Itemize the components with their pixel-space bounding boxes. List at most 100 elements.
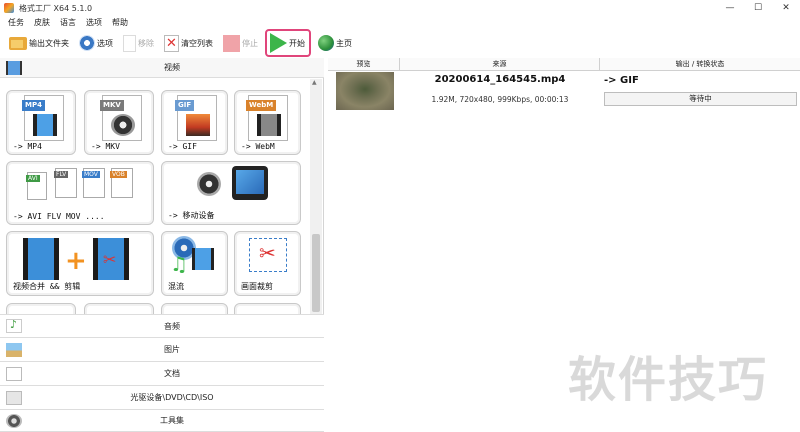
category-audio-label: 音频 [164,321,180,331]
menu-task[interactable]: 任务 [8,17,24,28]
stop-button[interactable]: 停止 [220,31,261,55]
category-audio[interactable]: 音频 [0,314,324,338]
gif-file-icon: GIF [175,95,217,141]
mkv-badge: MKV [100,100,124,111]
options-label: 选项 [97,38,113,48]
source-file-info: 1.92M, 720x480, 999Kbps, 00:00:13 [431,95,569,104]
toolbar: 输出文件夹 选项 移除 ✕ 清空列表 停止 开始 主页 [0,29,800,57]
category-panel: 视频 MP4 -> MP4 MKV -> MKV GIF -> GIF WebM… [0,58,324,432]
film-icon [192,248,214,270]
film-strip-icon [23,238,59,280]
tile-merge-edit-label: 视频合并 && 剪辑 [13,282,81,291]
gear-icon [79,35,95,51]
menu-skin[interactable]: 皮肤 [34,17,50,28]
reel-icon [111,114,135,136]
mkv-file-icon: MKV [100,95,142,141]
source-filename: 20200614_164545.mp4 [434,74,566,85]
vob-badge: VOB [110,171,127,178]
clear-list-button[interactable]: ✕ 清空列表 [161,31,216,55]
flv-badge: FLV [54,171,69,178]
minimize-button[interactable]: — [716,0,744,16]
avi-file-icon: AVI [26,172,47,200]
film-scissors-icon: ✂ [93,238,129,280]
mp4-file-icon: MP4 [22,95,64,141]
webm-file-icon: WebM [246,95,288,141]
options-button[interactable]: 选项 [76,31,116,55]
tile-mp4[interactable]: MP4 -> MP4 [6,90,76,155]
mp4-badge: MP4 [22,100,45,111]
clear-list-label: 清空列表 [181,38,213,48]
tile-webm[interactable]: WebM -> WebM [234,90,301,155]
start-button[interactable]: 开始 [265,29,311,57]
stop-square-icon [223,34,240,52]
tile-mux[interactable]: ♫ 混流 [161,231,228,296]
tile-gif[interactable]: GIF -> GIF [161,90,228,155]
home-button[interactable]: 主页 [315,31,355,55]
category-video-label: 视频 [164,63,180,72]
crop-frame-icon: ✂ [249,238,287,272]
play-icon [270,33,287,53]
video-thumbnail [336,72,394,110]
category-tools-label: 工具集 [160,416,184,425]
category-tools[interactable]: 工具集 [0,410,324,432]
close-button[interactable]: ✕ [772,0,800,16]
music-note-icon: ♫ [170,252,188,276]
menu-bar: 任务 皮肤 语言 选项 帮助 [0,16,800,29]
tile-merge-edit[interactable]: + ✂ 视频合并 && 剪辑 [6,231,154,296]
scroll-thumb[interactable] [312,234,320,312]
conversion-status: 等待中 [604,92,797,106]
tile-mp4-label: -> MP4 [13,142,42,151]
col-header-source[interactable]: 来源 [400,58,600,70]
col-header-output-status[interactable]: 输出 / 转换状态 [600,58,800,70]
tile-webm-label: -> WebM [241,142,275,151]
output-folder-button[interactable]: 输出文件夹 [6,31,72,55]
disc-icon [197,172,221,196]
maximize-button[interactable]: ☐ [744,0,772,16]
tile-mkv[interactable]: MKV -> MKV [84,90,154,155]
task-row[interactable]: 20200614_164545.mp4 1.92M, 720x480, 999K… [328,72,800,110]
tile-crop-label: 画面裁剪 [241,282,273,291]
category-picture[interactable]: 图片 [0,338,324,362]
stop-label: 停止 [242,38,258,48]
menu-language[interactable]: 语言 [60,17,76,28]
menu-help[interactable]: 帮助 [112,17,128,28]
gif-badge: GIF [175,100,195,111]
category-document[interactable]: 文档 [0,362,324,386]
category-video[interactable]: 视频 [0,58,324,78]
remove-button[interactable]: 移除 [120,31,157,55]
film-icon [33,114,57,136]
document-remove-icon [123,34,136,52]
vob-file-icon: VOB [110,168,133,198]
tile-crop[interactable]: ✂ 画面裁剪 [234,231,301,296]
output-target-format: -> GIF [604,75,639,86]
home-label: 主页 [336,38,352,48]
tiles-scrollbar[interactable]: ▲ ▼ [310,79,322,333]
video-tiles-area: MP4 -> MP4 MKV -> MKV GIF -> GIF WebM ->… [0,79,324,333]
category-disc-label: 光驱设备\DVD\CD\ISO [130,393,214,402]
folder-icon [9,36,27,50]
scroll-up-arrow-icon[interactable]: ▲ [312,79,317,86]
plus-icon: + [65,246,87,276]
phone-icon [232,166,268,200]
tile-mux-label: 混流 [168,282,184,291]
sunset-image-icon [186,114,210,136]
watermark-text: 软件技巧 [568,352,769,408]
tile-avi-flv-mov[interactable]: AVI FLV MOV VOB -> AVI FLV MOV .... [6,161,154,225]
mov-badge: MOV [82,171,100,178]
category-picture-label: 图片 [164,345,180,354]
avi-badge: AVI [26,175,40,182]
tile-mkv-label: -> MKV [91,142,120,151]
window-controls: — ☐ ✕ [716,0,800,16]
globe-icon [318,35,334,51]
category-document-label: 文档 [164,369,180,378]
app-logo-icon [4,3,14,13]
col-header-preview[interactable]: 预览 [328,58,400,70]
menu-options[interactable]: 选项 [86,17,102,28]
tile-mobile-device[interactable]: -> 移动设备 [161,161,301,225]
clear-x-icon: ✕ [164,34,179,52]
start-label: 开始 [289,38,305,48]
remove-label: 移除 [138,38,154,48]
category-disc[interactable]: 光驱设备\DVD\CD\ISO [0,386,324,410]
task-table-header: 预览 来源 输出 / 转换状态 [328,58,800,71]
mov-file-icon: MOV [82,168,105,198]
